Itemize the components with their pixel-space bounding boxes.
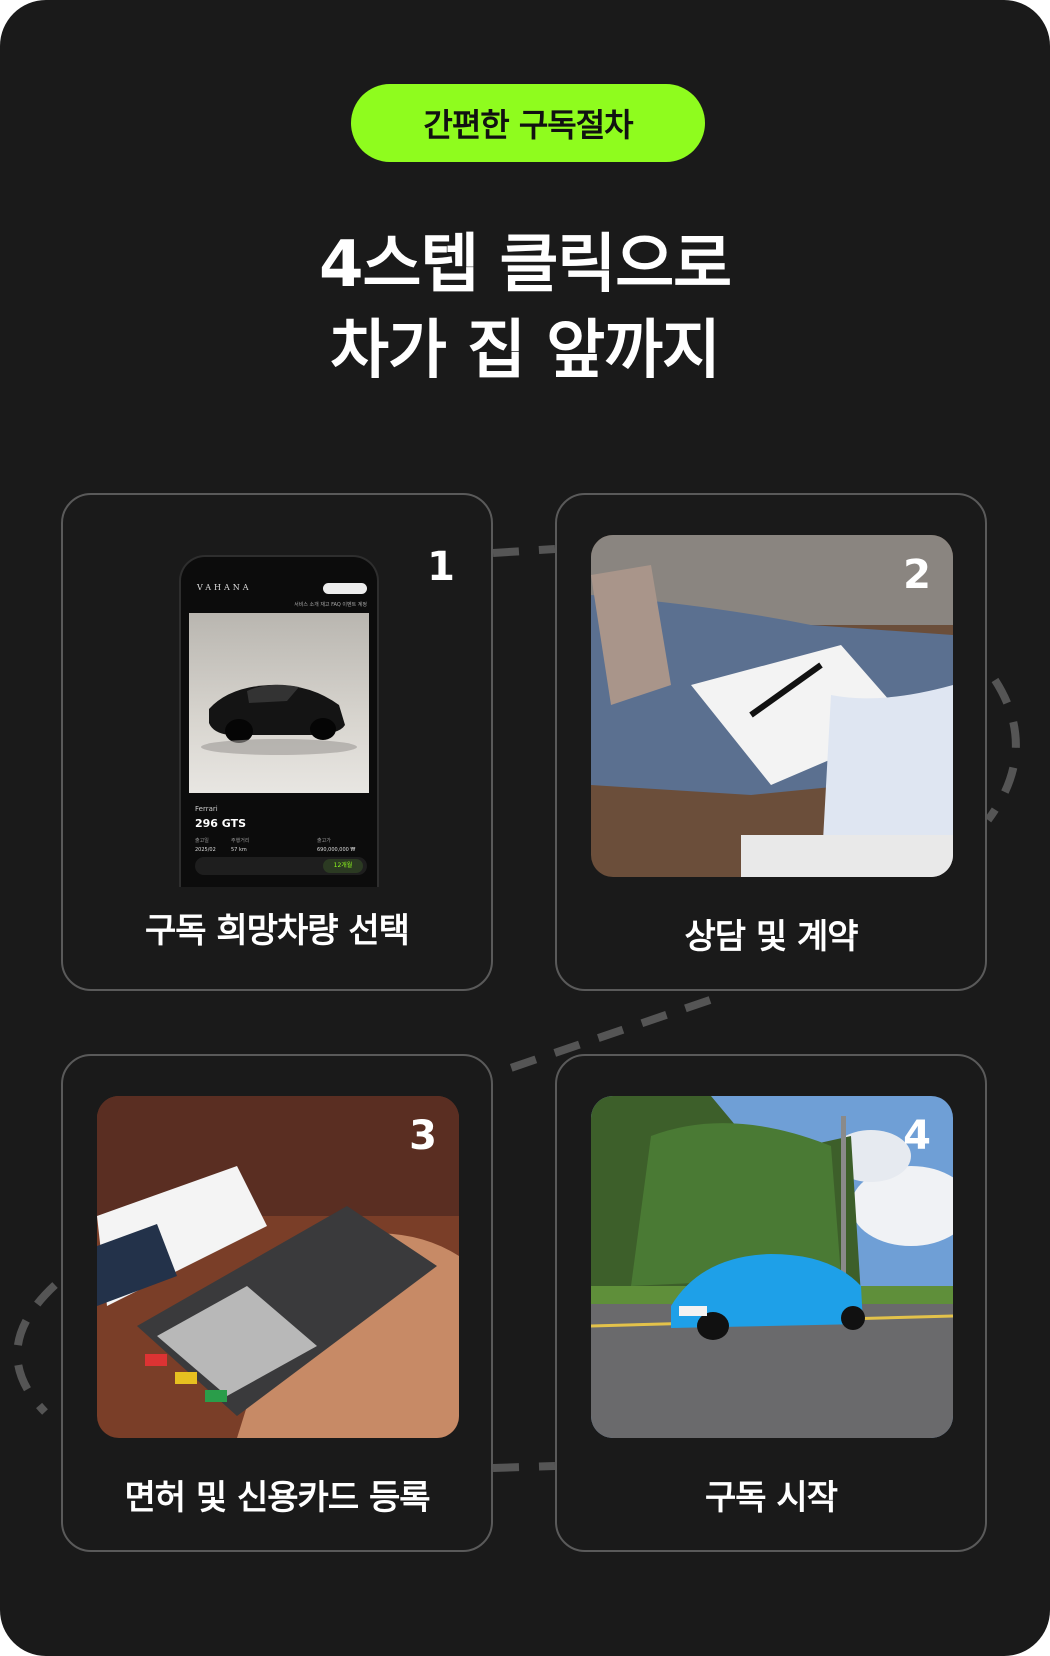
- step-number: 2: [903, 552, 931, 598]
- car-photo: [189, 613, 369, 793]
- app-nav: 서비스 소개 재고 FAQ 이벤트 계정: [294, 602, 367, 608]
- section-badge: 간편한 구독절차: [351, 84, 705, 162]
- spec-release: 출고일 2025/02: [195, 838, 216, 853]
- title-line-2: 차가 집 앞까지: [330, 314, 721, 388]
- step-label: 면허 및 신용카드 등록: [124, 1478, 430, 1518]
- car-make: Ferrari: [195, 805, 218, 813]
- page-title: 4스텝 클릭으로 차가 집 앞까지: [0, 222, 1050, 394]
- step-number: 1: [427, 544, 455, 590]
- step-number: 4: [903, 1113, 931, 1159]
- step-label: 상담 및 계약: [684, 917, 858, 957]
- step-card-1[interactable]: VAHANA 서비스 소개 재고 FAQ 이벤트 계정 Ferrari 296 …: [61, 493, 493, 991]
- payment-photo: 3: [97, 1096, 459, 1438]
- step-label: 구독 희망차량 선택: [145, 911, 410, 951]
- title-line-1: 4스텝 클릭으로: [318, 228, 732, 302]
- phone-mockup: VAHANA 서비스 소개 재고 FAQ 이벤트 계정 Ferrari 296 …: [179, 555, 379, 887]
- step-card-2[interactable]: 2 상담 및 계약: [555, 493, 987, 991]
- car-model: 296 GTS: [195, 817, 247, 830]
- term-option: 12개월: [323, 859, 363, 873]
- spec-price: 출고가 690,000,000 ₩: [317, 838, 356, 853]
- consultation-photo: 2: [591, 535, 953, 877]
- spec-mileage: 주행거리 57 km: [231, 838, 250, 853]
- term-selector: 12개월: [195, 857, 367, 875]
- app-brand: VAHANA: [197, 583, 252, 592]
- step-card-3[interactable]: 3 면허 및 신용카드 등록: [61, 1054, 493, 1552]
- subscription-steps-panel: 간편한 구독절차 4스텝 클릭으로 차가 집 앞까지 VAHANA 서비스 소개…: [0, 0, 1050, 1656]
- delivered-car-photo: 4: [591, 1096, 953, 1438]
- step-number: 3: [409, 1113, 437, 1159]
- app-toggle: [323, 583, 367, 594]
- step-card-4[interactable]: 4 구독 시작: [555, 1054, 987, 1552]
- step-label: 구독 시작: [705, 1478, 838, 1518]
